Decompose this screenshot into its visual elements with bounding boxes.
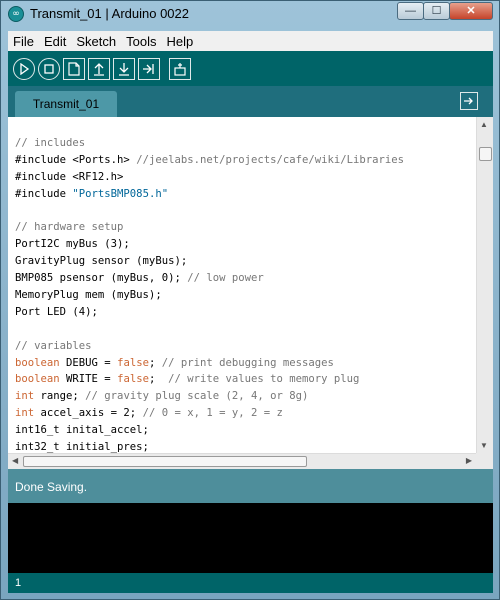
code-line[interactable]: PortI2C myBus (3); bbox=[15, 236, 475, 253]
verify-icon[interactable] bbox=[13, 57, 35, 80]
code-token: MemoryPlug mem (myBus); bbox=[15, 289, 162, 302]
code-line[interactable]: #include "PortsBMP085.h" bbox=[15, 186, 475, 203]
window-controls: — ☐ ✕ bbox=[397, 2, 493, 20]
code-line[interactable]: int accel_axis = 2; // 0 = x, 1 = y, 2 =… bbox=[15, 405, 475, 422]
code-token: // includes bbox=[15, 137, 86, 149]
code-token: GravityPlug sensor (myBus); bbox=[15, 255, 188, 268]
code-token: BMP085 psensor (myBus, 0); bbox=[15, 272, 188, 285]
code-line[interactable]: boolean DEBUG = false; // print debuggin… bbox=[15, 355, 475, 372]
code-token: // low power bbox=[187, 272, 264, 285]
code-token: false bbox=[117, 373, 149, 386]
code-token: int bbox=[15, 390, 35, 403]
close-button[interactable]: ✕ bbox=[449, 2, 493, 20]
window-title: Transmit_01 | Arduino 0022 bbox=[30, 6, 189, 21]
code-token: Port LED (4); bbox=[15, 305, 98, 318]
scrollbar-corner bbox=[476, 453, 493, 469]
code-token: "PortsBMP085.h" bbox=[72, 187, 169, 200]
code-line[interactable]: int16_t inital_accel; bbox=[15, 422, 475, 439]
scroll-left-icon[interactable]: ◀ bbox=[12, 456, 18, 465]
code-line[interactable]: GravityPlug sensor (myBus); bbox=[15, 253, 475, 270]
code-line[interactable] bbox=[15, 321, 475, 338]
code-token: int16_t inital_accel; bbox=[15, 424, 149, 437]
vertical-scroll-thumb[interactable] bbox=[479, 147, 492, 161]
code-editor[interactable]: // includes #include <Ports.h> //jeelabs.… bbox=[8, 117, 493, 453]
scroll-down-icon[interactable]: ▼ bbox=[480, 441, 488, 450]
code-line[interactable]: // includes bbox=[15, 135, 475, 152]
console-output[interactable] bbox=[8, 503, 493, 573]
menu-edit[interactable]: Edit bbox=[39, 34, 71, 49]
code-token: // 0 = x, 1 = y, 2 = z bbox=[142, 407, 283, 420]
code-token: // gravity plug scale (2, 4, or 8g) bbox=[85, 390, 309, 403]
code-token: ; bbox=[148, 373, 169, 386]
status-bar: Done Saving. bbox=[8, 469, 493, 503]
code-token: ; bbox=[148, 356, 162, 369]
open-icon[interactable] bbox=[88, 57, 110, 80]
arduino-window: ∞ Transmit_01 | Arduino 0022 — ☐ ✕ File … bbox=[0, 0, 500, 600]
tab-transmit-01[interactable]: Transmit_01 bbox=[15, 91, 117, 117]
code-line[interactable]: int range; // gravity plug scale (2, 4, … bbox=[15, 388, 475, 405]
code-token: range; bbox=[34, 390, 86, 403]
code-token: #include bbox=[15, 187, 73, 200]
tab-bar: Transmit_01 bbox=[8, 86, 493, 117]
code-token: false bbox=[117, 356, 149, 369]
code-token: // hardware setup bbox=[15, 221, 124, 234]
menu-bar: File Edit Sketch Tools Help bbox=[8, 31, 493, 51]
tab-menu-icon[interactable] bbox=[460, 92, 478, 110]
title-bar[interactable]: ∞ Transmit_01 | Arduino 0022 — ☐ ✕ bbox=[1, 1, 499, 31]
code-line[interactable]: // variables bbox=[15, 338, 475, 355]
status-message: Done Saving. bbox=[15, 480, 88, 494]
code-token: int bbox=[15, 407, 35, 420]
code-token: boolean bbox=[15, 373, 60, 386]
line-number: 1 bbox=[15, 577, 22, 589]
code-text[interactable]: // includes #include <Ports.h> //jeelabs.… bbox=[15, 135, 475, 453]
maximize-button[interactable]: ☐ bbox=[423, 2, 450, 20]
scroll-right-icon[interactable]: ▶ bbox=[466, 456, 472, 465]
code-line[interactable]: BMP085 psensor (myBus, 0); // low power bbox=[15, 270, 475, 287]
code-line[interactable]: MemoryPlug mem (myBus); bbox=[15, 287, 475, 304]
code-token: boolean bbox=[15, 356, 60, 369]
code-token: int32_t initial_pres; bbox=[15, 441, 149, 453]
vertical-scrollbar[interactable]: ▲ ▼ bbox=[476, 117, 493, 453]
code-line[interactable]: // hardware setup bbox=[15, 219, 475, 236]
code-token: PortI2C myBus (3); bbox=[15, 238, 130, 251]
horizontal-scrollbar[interactable]: ◀ ▶ bbox=[8, 453, 476, 469]
menu-tools[interactable]: Tools bbox=[121, 34, 161, 49]
menu-help[interactable]: Help bbox=[161, 34, 198, 49]
horizontal-scroll-thumb[interactable] bbox=[23, 456, 307, 467]
code-token: accel_axis = 2; bbox=[34, 407, 143, 420]
menu-file[interactable]: File bbox=[8, 34, 39, 49]
code-line[interactable]: boolean WRITE = false; // write values t… bbox=[15, 371, 475, 388]
code-token: // variables bbox=[15, 339, 92, 352]
code-token: WRITE = bbox=[59, 373, 118, 386]
save-icon[interactable] bbox=[113, 57, 135, 80]
code-token: // print debugging messages bbox=[161, 356, 334, 369]
minimize-button[interactable]: — bbox=[397, 2, 424, 20]
arduino-logo-icon: ∞ bbox=[8, 6, 24, 22]
code-token: //jeelabs.net/projects/cafe/wiki/Librari… bbox=[136, 153, 405, 166]
menu-sketch[interactable]: Sketch bbox=[71, 34, 121, 49]
code-line[interactable]: Port LED (4); bbox=[15, 304, 475, 321]
code-line[interactable]: #include <RF12.h> bbox=[15, 169, 475, 186]
toolbar bbox=[8, 51, 493, 86]
code-token: #include <RF12.h> bbox=[15, 170, 124, 183]
code-token: #include <Ports.h> bbox=[15, 153, 137, 166]
code-line[interactable]: #include <Ports.h> //jeelabs.net/project… bbox=[15, 152, 475, 169]
serial-monitor-icon[interactable] bbox=[169, 57, 191, 80]
line-number-bar: 1 bbox=[8, 573, 493, 593]
scroll-up-icon[interactable]: ▲ bbox=[480, 120, 488, 129]
stop-icon[interactable] bbox=[38, 57, 60, 80]
new-icon[interactable] bbox=[63, 57, 85, 80]
code-token: // write values to memory plug bbox=[168, 373, 360, 386]
code-line[interactable] bbox=[15, 203, 475, 220]
code-token: DEBUG = bbox=[59, 356, 118, 369]
code-line[interactable]: int32_t initial_pres; bbox=[15, 439, 475, 453]
upload-icon[interactable] bbox=[138, 57, 160, 80]
